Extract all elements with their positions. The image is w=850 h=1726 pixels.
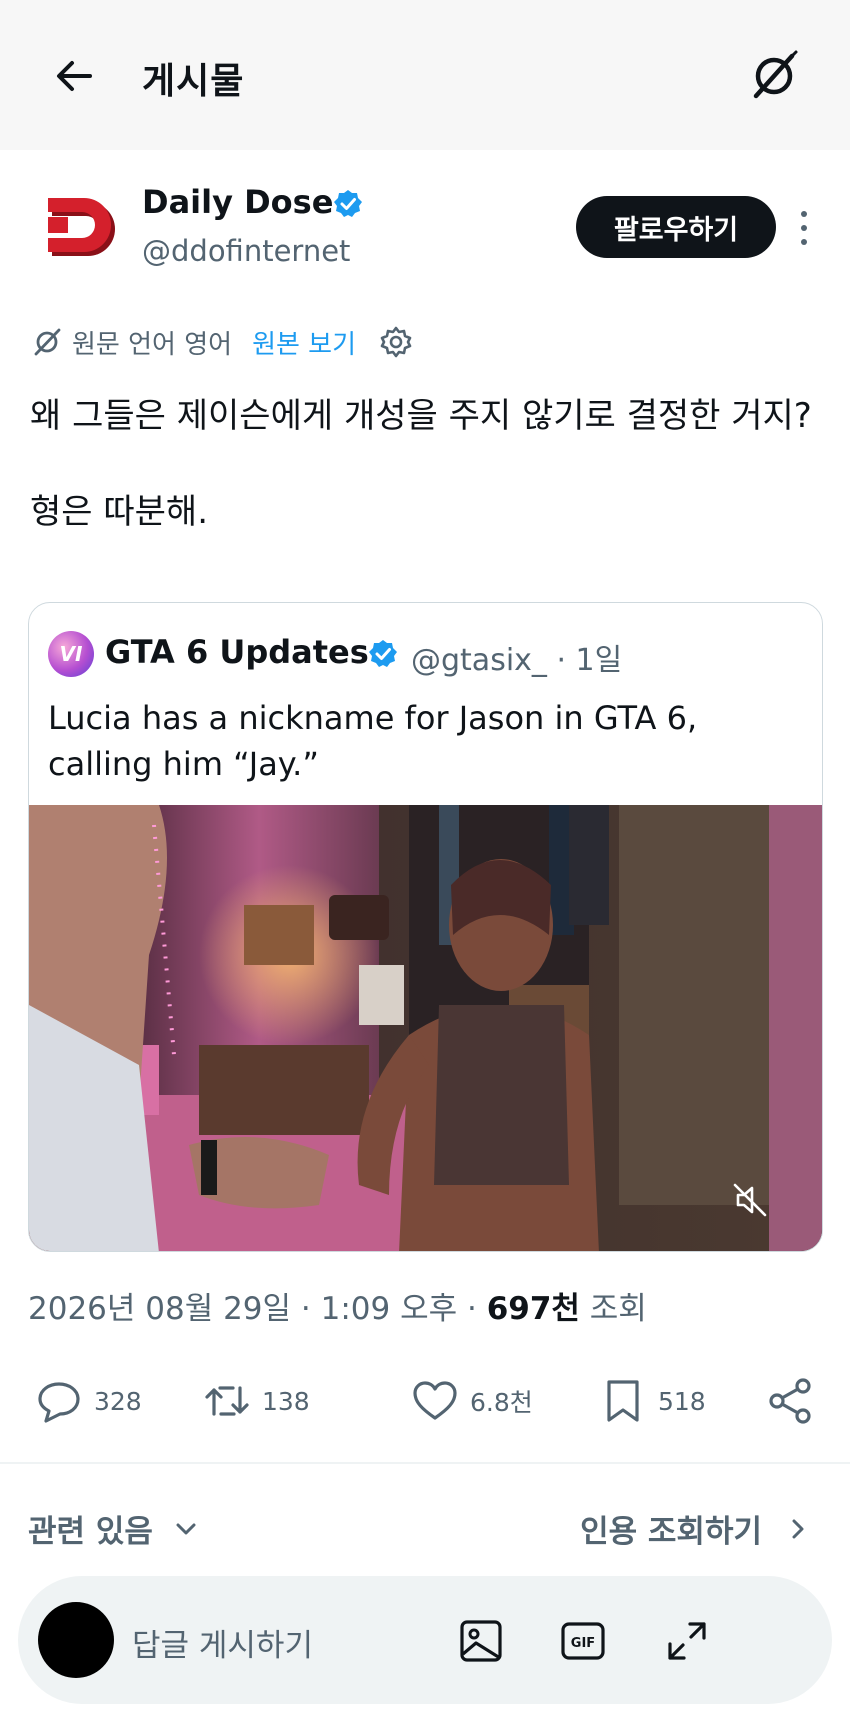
post-text-line: 왜 그들은 제이슨에게 개성을 주지 않기로 결정한 거지?	[30, 396, 812, 436]
more-options-button[interactable]	[796, 208, 812, 248]
page-title: 게시물	[142, 61, 245, 102]
quoted-video[interactable]	[29, 805, 822, 1251]
grok-button[interactable]	[746, 48, 802, 104]
like-count: 6.8천	[470, 1388, 533, 1417]
daily-dose-logo-icon	[48, 198, 115, 256]
grok-translate-icon	[34, 328, 61, 356]
gif-icon[interactable]: GIF	[558, 1616, 608, 1666]
share-icon	[769, 1378, 811, 1424]
view-quotes-link[interactable]: 인용 조회하기	[580, 1506, 812, 1551]
view-label: 조회	[579, 1291, 647, 1327]
verified-badge-icon	[334, 190, 362, 217]
translation-label: 원문 언어 영어	[72, 329, 233, 360]
like-button[interactable]: 6.8천	[410, 1372, 533, 1430]
expand-icon[interactable]	[662, 1616, 712, 1666]
heart-icon	[413, 1381, 457, 1420]
quoted-handle-time: @gtasix_ · 1일	[411, 643, 623, 678]
svg-text:GIF: GIF	[571, 1636, 595, 1651]
reply-composer[interactable]: 답글 게시하기 GIF	[18, 1576, 832, 1704]
quoted-author-name[interactable]: GTA 6 Updates	[105, 633, 369, 671]
divider	[0, 1462, 850, 1464]
author-handle[interactable]: @ddofinternet	[142, 234, 350, 268]
show-original-link[interactable]: 원본 보기	[252, 324, 356, 361]
quoted-author-avatar[interactable]: VI	[48, 631, 94, 677]
post-datetime[interactable]: 2026년 08월 29일 · 1:09 오후 ·	[28, 1291, 487, 1327]
reply-input[interactable]: 답글 게시하기	[132, 1620, 313, 1665]
gear-icon[interactable]	[378, 324, 414, 360]
repost-count: 138	[262, 1386, 310, 1416]
chevron-right-icon	[792, 1519, 804, 1538]
quoted-post-text: Lucia has a nickname for Jason in GTA 6,…	[48, 699, 698, 783]
video-frame-image	[29, 805, 822, 1251]
bookmark-count: 518	[658, 1386, 706, 1416]
repost-icon	[205, 1386, 249, 1416]
reply-button[interactable]: 328	[34, 1372, 142, 1430]
author-avatar[interactable]	[42, 186, 120, 264]
image-icon[interactable]	[456, 1616, 506, 1666]
top-bar: 게시물	[0, 0, 850, 150]
mute-button[interactable]	[730, 1180, 770, 1220]
back-button[interactable]	[50, 52, 98, 100]
reply-bubble-icon	[38, 1382, 80, 1423]
post-text: 왜 그들은 제이슨에게 개성을 주지 않기로 결정한 거지? 형은 따분해.	[30, 392, 820, 536]
translation-row: 원문 언어 영어 원본 보기	[30, 322, 414, 362]
view-quotes-label: 인용 조회하기	[580, 1514, 762, 1550]
arrow-left-icon	[57, 61, 92, 91]
view-count[interactable]: 697천	[487, 1291, 580, 1327]
chevron-down-icon	[176, 1523, 196, 1534]
related-dropdown[interactable]: 관련 있음	[28, 1506, 201, 1551]
volume-muted-icon	[733, 1183, 767, 1217]
share-button[interactable]	[766, 1372, 826, 1430]
post-meta: 2026년 08월 29일 · 1:09 오후 · 697천 조회	[28, 1283, 647, 1328]
more-vertical-icon	[801, 211, 807, 245]
verified-badge-icon	[369, 640, 397, 667]
avatar[interactable]	[38, 1602, 114, 1678]
bookmark-icon	[607, 1380, 639, 1422]
grok-icon	[753, 50, 798, 99]
quoted-post-card[interactable]: VI GTA 6 Updates @gtasix_ · 1일 Lucia has…	[28, 602, 823, 1252]
bookmark-button[interactable]: 518	[598, 1372, 706, 1430]
reply-count: 328	[94, 1386, 142, 1416]
repost-button[interactable]: 138	[202, 1372, 310, 1430]
action-bar: 328 138 6.8천 518	[0, 1372, 850, 1430]
post-text-line: 형은 따분해.	[30, 492, 209, 532]
related-label: 관련 있음	[28, 1514, 153, 1550]
author-name[interactable]: Daily Dose	[142, 183, 333, 221]
follow-button[interactable]: 팔로우하기	[576, 196, 776, 258]
